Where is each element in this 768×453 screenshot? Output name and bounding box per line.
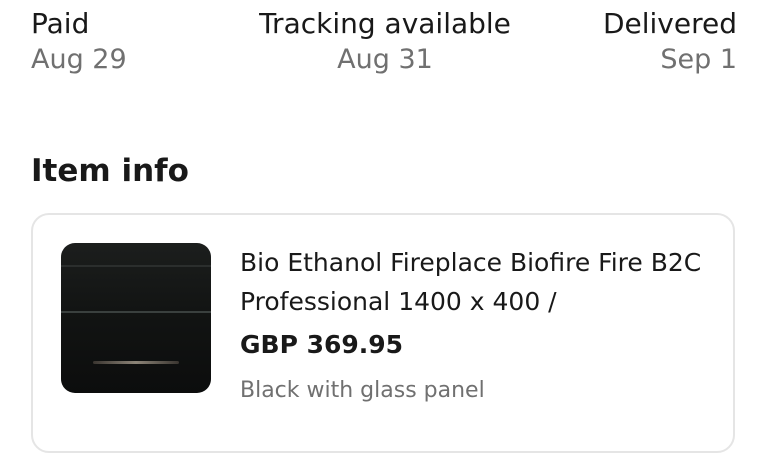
step-date: Sep 1 [660,44,737,75]
thumbnail-frame-edge [61,265,211,267]
item-card[interactable]: Bio Ethanol Fireplace Biofire Fire B2C P… [31,213,735,453]
step-date: Aug 29 [31,44,127,75]
order-status-timeline: Paid Aug 29 Tracking available Aug 31 De… [0,0,768,90]
step-date: Aug 31 [337,44,433,75]
timeline-step-tracking: Tracking available Aug 31 [259,6,511,78]
item-price: GBP 369.95 [240,330,404,359]
item-title[interactable]: Bio Ethanol Fireplace Biofire Fire B2C P… [240,243,710,321]
step-label: Paid [31,7,90,40]
timeline-step-paid: Paid Aug 29 [31,6,127,78]
item-thumbnail[interactable] [61,243,211,393]
item-variant: Black with glass panel [240,378,485,403]
thumbnail-burner-slot [93,361,179,364]
timeline-step-delivered: Delivered Sep 1 [603,6,737,78]
step-label: Delivered [602,7,737,40]
thumbnail-glass-edge [61,311,211,313]
item-info-heading: Item info [31,152,189,189]
step-label: Tracking available [259,7,511,40]
item-details: Bio Ethanol Fireplace Biofire Fire B2C P… [240,243,710,407]
